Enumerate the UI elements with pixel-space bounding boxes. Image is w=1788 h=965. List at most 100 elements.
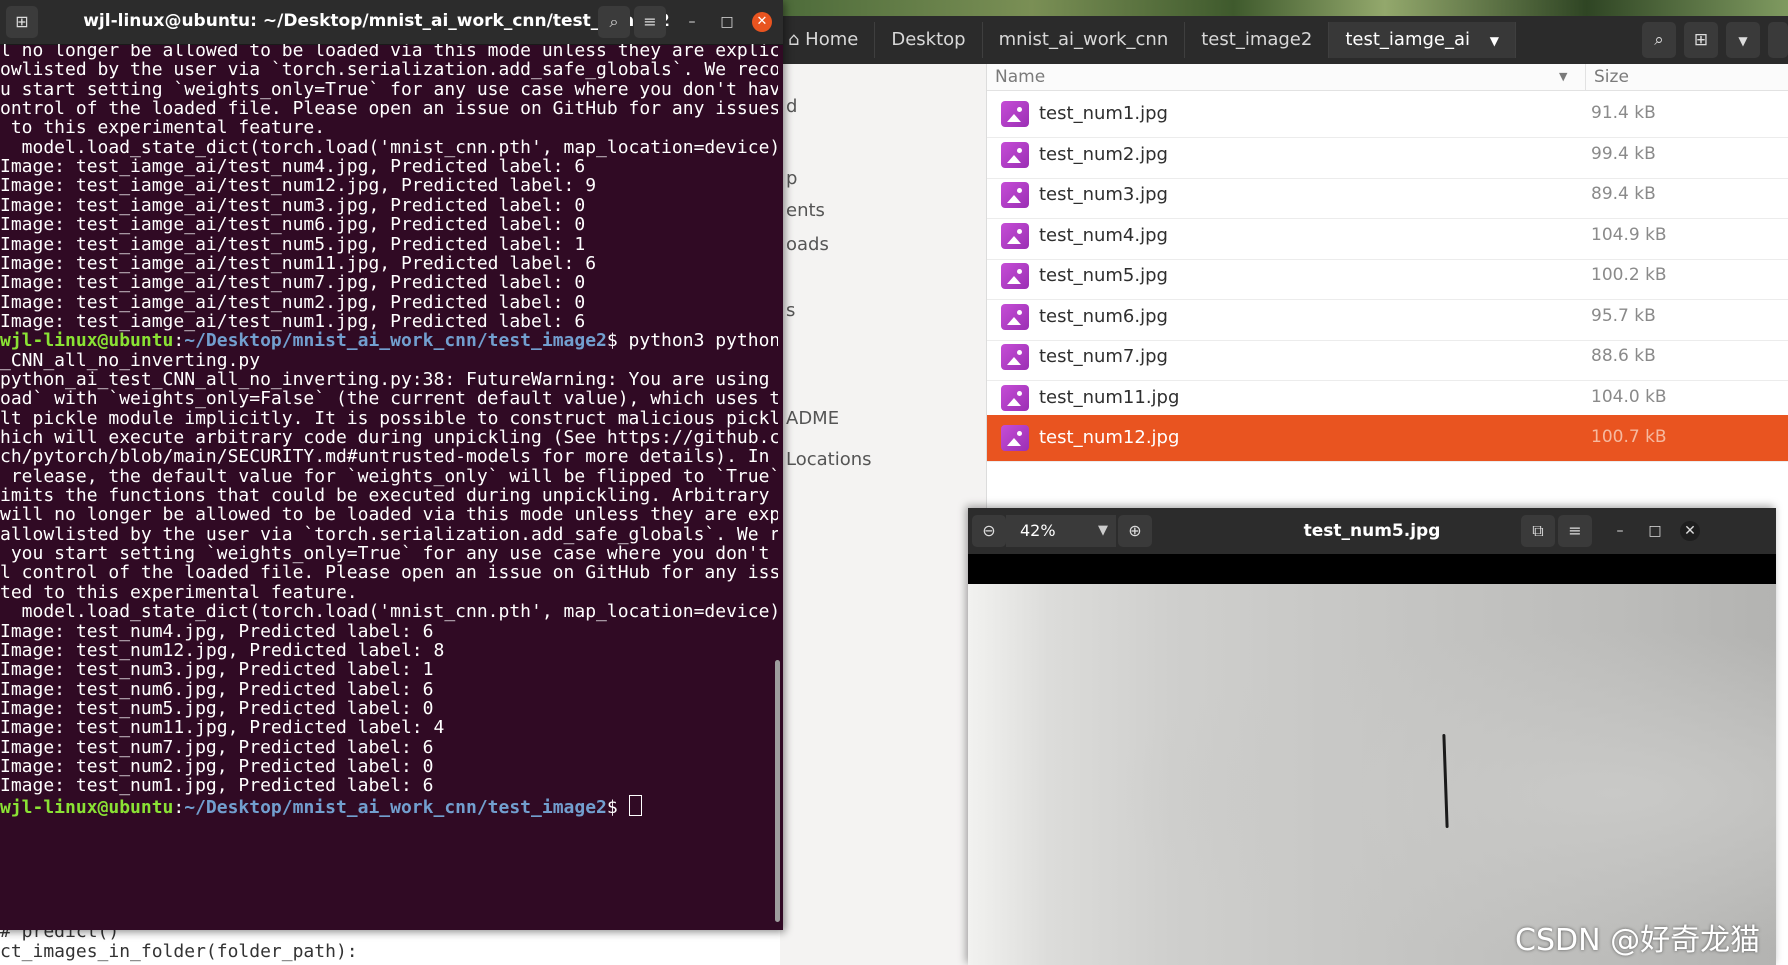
places-sidebar: d p ents oads s ADME Locations: [780, 64, 987, 965]
prompt-separator: :: [173, 796, 185, 818]
breadcrumb-mnist-ai-work-cnn[interactable]: mnist_ai_work_cnn: [983, 22, 1186, 58]
breadcrumb-test-iamge-ai[interactable]: test_iamge_ai ▼: [1329, 22, 1516, 58]
breadcrumb-home[interactable]: ⌂ Home: [780, 22, 876, 58]
file-list-header: Name ▼ Size: [987, 64, 1788, 91]
chevron-down-icon: ▼: [1738, 34, 1748, 48]
file-name: test_num12.jpg: [1039, 427, 1180, 448]
minimize-button[interactable]: –: [682, 12, 702, 32]
command-text: $ python3 python_ai_test: [606, 330, 778, 352]
image-file-icon: [1001, 182, 1029, 208]
sidebar-item[interactable]: d: [786, 96, 797, 117]
menu-button[interactable]: [1768, 22, 1788, 58]
view-options-button[interactable]: ▼: [1726, 22, 1760, 58]
file-name: test_num1.jpg: [1039, 103, 1168, 124]
column-header-name[interactable]: Name: [995, 64, 1045, 90]
image-file-icon: [1001, 263, 1029, 289]
file-name: test_num5.jpg: [1039, 265, 1168, 286]
breadcrumb-desktop[interactable]: Desktop: [875, 22, 983, 58]
file-size: 88.6 kB: [1591, 346, 1656, 366]
watermark: CSDN @好奇龙猫: [1515, 923, 1761, 958]
text-cursor: [628, 794, 642, 816]
file-name: test_num4.jpg: [1039, 224, 1168, 246]
file-name: test_num11.jpg: [1039, 386, 1180, 408]
editor-line: ct_images_in_folder(folder_path):: [0, 941, 358, 962]
sidebar-item[interactable]: ADME: [786, 408, 839, 429]
breadcrumb: ⌂ Home Desktop mnist_ai_work_cnn test_im…: [780, 22, 1516, 58]
desktop-wallpaper: [780, 0, 1788, 16]
image-viewer-window: ⊖ 42% ▼ ⊕ test_num5.jpg ⧉ ≡ – □ ✕: [968, 508, 1776, 965]
background-editor: # predict() ct_images_in_folder(folder_p…: [0, 925, 800, 965]
hamburger-menu-icon: ≡: [643, 12, 657, 31]
search-icon: ⌕: [609, 12, 619, 31]
prompt-user: wjl-linux@ubuntu: [0, 330, 174, 352]
file-manager-toolbar: ⌕ ⊞ ▼: [1642, 22, 1788, 58]
minimize-icon: –: [688, 14, 696, 30]
terminal-prompt-line: wjl-linux@ubuntu:~/Desktop/mnist_ai_work…: [0, 794, 642, 818]
terminal-menu-button[interactable]: ≡: [634, 6, 666, 38]
maximize-button[interactable]: □: [1645, 521, 1665, 541]
file-name: test_num7.jpg: [1039, 346, 1168, 367]
hamburger-menu-icon: ≡: [1568, 521, 1582, 540]
close-button[interactable]: ✕: [1680, 521, 1700, 541]
breadcrumb-test-image2[interactable]: test_image2: [1185, 22, 1330, 58]
file-size: 89.4 kB: [1591, 184, 1656, 204]
sidebar-item[interactable]: ents: [786, 200, 825, 221]
close-icon: ✕: [1684, 523, 1696, 539]
grid-icon: ⊞: [1693, 30, 1709, 50]
sidebar-item[interactable]: p: [786, 168, 797, 189]
file-name: test_num3.jpg: [1039, 184, 1168, 205]
maximize-button[interactable]: □: [717, 12, 737, 32]
gallery-icon: ⧉: [1532, 521, 1544, 540]
displayed-photo: [968, 584, 1776, 965]
terminal-scrollbar[interactable]: [775, 660, 780, 922]
close-button[interactable]: ✕: [752, 12, 772, 32]
view-grid-button[interactable]: ⊞: [1684, 22, 1718, 58]
image-file-icon: [1001, 141, 1029, 168]
terminal-output[interactable]: l no longer be allowed to be loaded via …: [0, 44, 778, 930]
sidebar-item[interactable]: oads: [786, 234, 829, 255]
home-icon: ⌂: [788, 29, 800, 50]
command-text: $: [606, 796, 629, 818]
terminal-search-button[interactable]: ⌕: [598, 6, 630, 38]
terminal-window: ⊞ wjl-linux@ubuntu: ~/Desktop/mnist_ai_w…: [0, 0, 783, 930]
terminal-titlebar: ⊞ wjl-linux@ubuntu: ~/Desktop/mnist_ai_w…: [0, 0, 783, 45]
file-size: 100.7 kB: [1591, 427, 1667, 447]
file-size: 91.4 kB: [1591, 103, 1656, 123]
sidebar-item[interactable]: s: [786, 300, 795, 321]
file-size: 100.2 kB: [1591, 265, 1667, 285]
close-icon: ✕: [756, 14, 768, 29]
image-letterbox: [968, 554, 1776, 584]
minimize-icon: –: [1616, 523, 1624, 539]
column-header-size[interactable]: Size: [1585, 64, 1786, 90]
handwritten-digit-stroke: [1442, 733, 1449, 829]
image-file-icon: [1001, 384, 1029, 411]
file-name: test_num6.jpg: [1039, 305, 1168, 327]
file-size: 104.9 kB: [1591, 224, 1667, 245]
gallery-button[interactable]: ⧉: [1521, 515, 1555, 547]
sidebar-item-other-locations[interactable]: Locations: [786, 449, 872, 470]
file-size: 104.0 kB: [1591, 386, 1667, 407]
file-size: 95.7 kB: [1591, 305, 1656, 326]
file-size: 99.4 kB: [1591, 143, 1656, 164]
image-file-icon: [1001, 344, 1029, 370]
sort-descending-icon: ▼: [1559, 70, 1568, 83]
file-row[interactable]: test_num12.jpg 100.7 kB: [987, 415, 1788, 462]
chevron-down-icon: ▼: [1489, 34, 1499, 48]
image-file-icon: [1001, 222, 1029, 249]
viewer-menu-button[interactable]: ≡: [1558, 515, 1592, 547]
file-name: test_num2.jpg: [1039, 143, 1168, 165]
search-icon: ⌕: [1654, 30, 1664, 50]
prompt-user: wjl-linux@ubuntu: [0, 796, 174, 818]
search-button[interactable]: ⌕: [1642, 22, 1676, 58]
image-file-icon: [1001, 303, 1029, 330]
image-file-icon: [1001, 425, 1029, 451]
breadcrumb-label: test_iamge_ai: [1345, 29, 1471, 50]
file-manager-header: ⌂ Home Desktop mnist_ai_work_cnn test_im…: [780, 16, 1788, 64]
maximize-icon: □: [1648, 523, 1662, 539]
breadcrumb-label: Home: [805, 29, 859, 50]
maximize-icon: □: [720, 14, 734, 30]
prompt-path: ~/Desktop/mnist_ai_work_cnn/test_image2: [184, 330, 607, 352]
minimize-button[interactable]: –: [1610, 521, 1630, 541]
image-viewer-titlebar: ⊖ 42% ▼ ⊕ test_num5.jpg ⧉ ≡ – □ ✕: [968, 508, 1776, 554]
image-file-icon: [1001, 101, 1029, 127]
